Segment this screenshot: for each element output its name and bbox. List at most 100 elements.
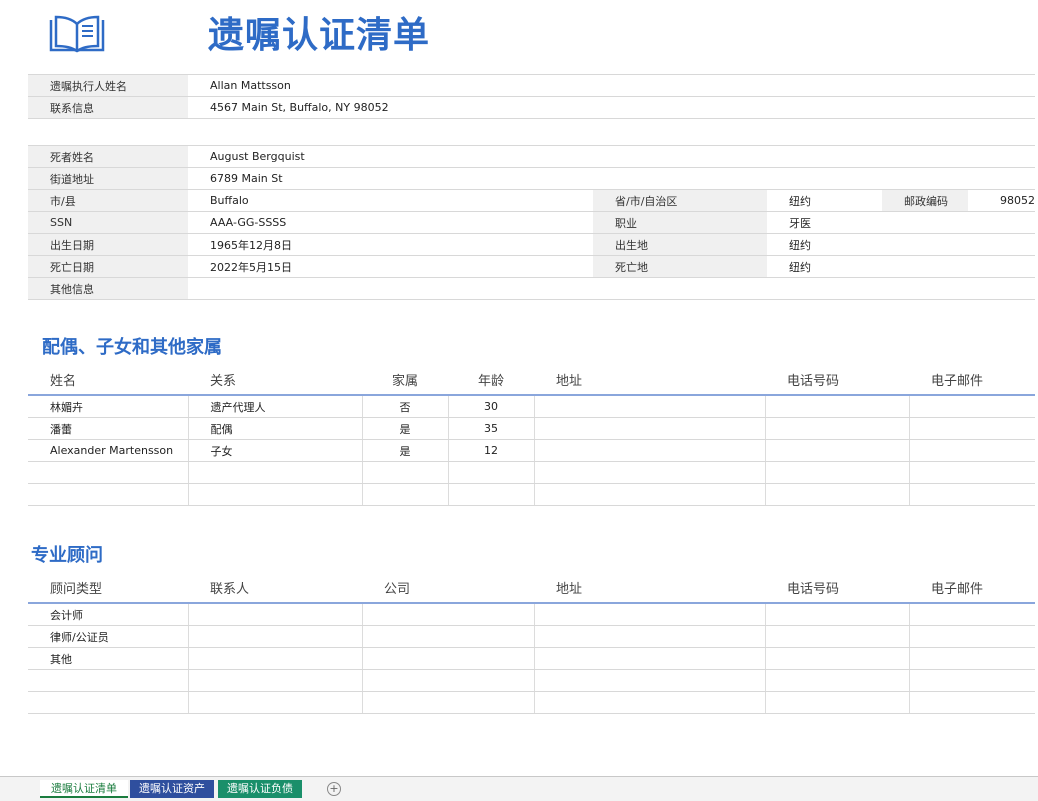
family-cell[interactable] [764,483,909,506]
advisor-cell[interactable] [764,625,909,648]
family-cell[interactable]: 30 [447,395,534,418]
family-cell[interactable] [908,483,1035,506]
family-cell[interactable]: 12 [447,439,534,462]
province-cell[interactable]: 纽约 [767,189,882,212]
deathplace-label: 死亡地 [593,255,767,278]
advisor-cell[interactable] [361,647,534,670]
advisor-cell[interactable] [533,691,765,714]
advisor-cell[interactable] [908,625,1035,648]
advisor-cell[interactable] [908,603,1035,626]
advisor-cell[interactable] [187,625,362,648]
family-cell[interactable]: 否 [361,395,448,418]
advisor-cell[interactable]: 其他 [28,647,188,670]
family-cell[interactable] [187,483,362,506]
province-label: 省/市/自治区 [593,189,767,212]
street-label: 街道地址 [28,167,188,190]
executor-name-cell[interactable]: Allan Mattsson [188,74,1035,97]
family-cell[interactable] [533,395,765,418]
family-cell[interactable] [908,439,1035,462]
family-section-title: 配偶、子女和其他家属 [42,337,222,358]
advisor-cell[interactable] [764,669,909,692]
family-cell[interactable] [187,461,362,484]
family-cell[interactable] [28,483,188,506]
advisor-cell[interactable] [533,647,765,670]
advisor-cell[interactable] [187,647,362,670]
advisor-cell[interactable] [361,625,534,648]
zip-label: 邮政编码 [882,189,968,212]
table-row: Alexander Martensson 子女 是 12 [28,439,1035,462]
dod-cell[interactable]: 2022年5月15日 [188,255,593,278]
table-row: 林媚卉 遗产代理人 否 30 [28,395,1035,418]
family-cell[interactable]: 遗产代理人 [187,395,362,418]
family-cell[interactable] [533,439,765,462]
advisor-cell[interactable]: 会计师 [28,603,188,626]
family-cell[interactable] [28,461,188,484]
family-cell[interactable] [533,483,765,506]
family-cell[interactable]: 是 [361,439,448,462]
advisor-cell[interactable] [908,691,1035,714]
job-cell[interactable]: 牙医 [767,211,1036,234]
birthplace-cell[interactable]: 纽约 [767,233,1036,256]
sheet-tab-assets[interactable]: 遗嘱认证资产 [130,780,214,798]
family-cell[interactable] [908,395,1035,418]
city-cell[interactable]: Buffalo [188,189,593,212]
advisor-cell[interactable] [764,603,909,626]
sheet-tab-checklist[interactable]: 遗嘱认证清单 [40,780,128,798]
zip-cell[interactable]: 98052 [968,189,1036,212]
advisor-cell[interactable] [533,603,765,626]
family-cell[interactable] [764,461,909,484]
advisor-cell[interactable] [533,669,765,692]
other-info-cell[interactable] [188,277,1036,300]
advisor-cell[interactable] [764,647,909,670]
dob-cell[interactable]: 1965年12月8日 [188,233,593,256]
add-sheet-icon[interactable]: + [327,782,341,796]
advisor-cell[interactable] [908,647,1035,670]
advisor-cell[interactable] [187,691,362,714]
table-row: 其他 [28,647,1035,670]
family-cell[interactable]: 配偶 [187,417,362,440]
family-cell[interactable]: 潘蕾 [28,417,188,440]
family-cell[interactable] [361,483,448,506]
executor-contact-cell[interactable]: 4567 Main St, Buffalo, NY 98052 [188,96,1035,119]
family-cell[interactable]: Alexander Martensson [28,439,188,462]
advisor-cell[interactable] [187,669,362,692]
family-cell[interactable] [908,461,1035,484]
family-header-name: 姓名 [28,364,188,396]
book-icon [48,14,106,54]
advisor-cell[interactable] [361,691,534,714]
deceased-name-cell[interactable]: August Bergquist [188,145,1036,168]
family-cell[interactable]: 35 [447,417,534,440]
advisor-cell[interactable] [28,669,188,692]
family-cell[interactable] [447,461,534,484]
table-row [28,461,1035,484]
sheet-tab-liabilities[interactable]: 遗嘱认证负债 [218,780,302,798]
family-cell[interactable] [361,461,448,484]
deathplace-cell[interactable]: 纽约 [767,255,1036,278]
family-cell[interactable]: 林媚卉 [28,395,188,418]
family-cell[interactable] [908,417,1035,440]
deceased-table: 死者姓名 August Bergquist 街道地址 6789 Main St … [28,145,1036,300]
advisor-cell[interactable]: 律师/公证员 [28,625,188,648]
executor-name-label: 遗嘱执行人姓名 [28,74,188,97]
family-cell[interactable] [764,417,909,440]
advisor-cell[interactable] [28,691,188,714]
advisor-cell[interactable] [764,691,909,714]
family-cell[interactable] [447,483,534,506]
family-cell[interactable]: 子女 [187,439,362,462]
family-cell[interactable] [533,461,765,484]
city-label: 市/县 [28,189,188,212]
family-cell[interactable] [533,417,765,440]
street-cell[interactable]: 6789 Main St [188,167,1036,190]
family-cell[interactable]: 是 [361,417,448,440]
ssn-cell[interactable]: AAA-GG-SSSS [188,211,593,234]
advisor-cell[interactable] [361,669,534,692]
advisor-cell[interactable] [361,603,534,626]
table-row: 会计师 [28,603,1035,626]
family-cell[interactable] [764,395,909,418]
advisor-cell[interactable] [187,603,362,626]
advisor-cell[interactable] [533,625,765,648]
advisor-cell[interactable] [908,669,1035,692]
ssn-label: SSN [28,211,188,234]
family-cell[interactable] [764,439,909,462]
table-row: 潘蕾 配偶 是 35 [28,417,1035,440]
